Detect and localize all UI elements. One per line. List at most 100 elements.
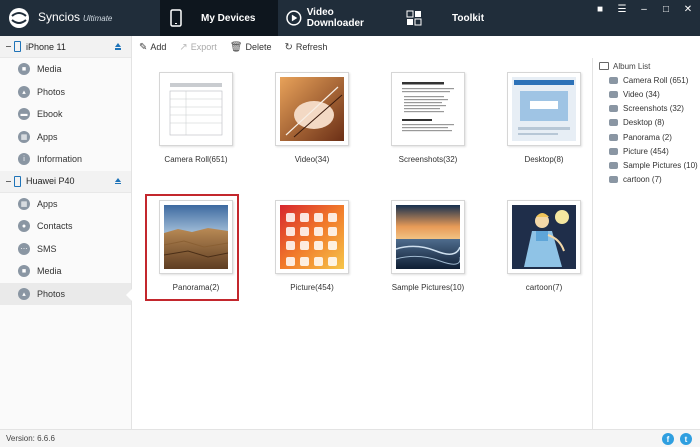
camera-icon <box>609 161 618 169</box>
delete-label: Delete <box>245 42 272 52</box>
device-name: iPhone 11 <box>26 41 66 52</box>
export-icon: ↗ <box>179 41 188 53</box>
sidebar-item-photos[interactable]: ▴ Photos <box>0 81 131 104</box>
camera-icon <box>609 119 618 127</box>
sms-icon: ⋯ <box>18 242 30 255</box>
album-list-item[interactable]: Picture (454) <box>593 144 700 158</box>
contacts-icon: ● <box>18 220 30 233</box>
desktop-screenshot-thumbnail <box>512 77 576 141</box>
sidebar-item-apps[interactable]: ▦ Apps <box>0 193 131 216</box>
device-iphone-11[interactable]: iPhone 11 <box>0 36 131 58</box>
social-links: f t <box>662 433 692 445</box>
sidebar-item-label: Ebook <box>37 109 63 120</box>
export-label: Export <box>190 42 217 52</box>
add-icon: ✎ <box>139 41 148 53</box>
eject-icon[interactable] <box>115 43 121 50</box>
phone-icon <box>14 175 21 187</box>
cartoon-image-thumbnail <box>512 205 576 269</box>
eject-icon[interactable] <box>115 177 121 184</box>
album-cartoon[interactable]: cartoon(7) <box>489 200 599 292</box>
album-screenshots[interactable]: Screenshots(32) <box>373 72 483 164</box>
album-list-item[interactable]: Sample Pictures (10) <box>593 158 700 172</box>
sidebar-item-label: Contacts <box>37 221 73 232</box>
media-icon: ■ <box>18 265 30 278</box>
device-huawei-p40[interactable]: Huawei P40 <box>0 170 131 193</box>
export-button[interactable]: ↗ Export <box>179 42 216 53</box>
tab-my-devices[interactable]: My Devices <box>160 0 278 36</box>
device-name: Huawei P40 <box>26 176 75 186</box>
sidebar-item-label: Media <box>37 266 62 277</box>
toolkit-icon <box>406 10 422 26</box>
album-list-item[interactable]: cartoon (7) <box>593 173 700 187</box>
album-list-header[interactable]: Album List <box>593 59 700 73</box>
album-list-item[interactable]: Screenshots (32) <box>593 102 700 116</box>
collapse-icon[interactable] <box>6 46 11 47</box>
ebook-icon: ▬ <box>18 108 30 121</box>
album-list-label: Video (34) <box>623 89 660 99</box>
album-video[interactable]: Video(34) <box>257 72 367 164</box>
refresh-button[interactable]: ↻ Refresh <box>285 42 328 53</box>
tab-toolkit[interactable]: Toolkit <box>406 0 486 36</box>
album-list-label: Sample Pictures (10) <box>623 160 698 170</box>
camera-icon <box>609 76 618 84</box>
sidebar-item-ebook[interactable]: ▬ Ebook <box>0 103 131 126</box>
screenshot-thumbnail <box>164 77 228 141</box>
album-list-label: Panorama (2) <box>623 132 672 142</box>
album-label: Desktop(8) <box>524 155 564 164</box>
album-list-icon <box>599 62 609 71</box>
album-list-item[interactable]: Video (34) <box>593 87 700 101</box>
album-thumbnail <box>391 72 465 146</box>
album-list-item[interactable]: Camera Roll (651) <box>593 73 700 87</box>
album-camera-roll[interactable]: Camera Roll(651) <box>141 72 251 164</box>
info-icon: i <box>18 153 30 166</box>
album-label: Screenshots(32) <box>398 155 458 164</box>
album-list-item[interactable]: Desktop (8) <box>593 116 700 130</box>
chat-icon[interactable]: ■ <box>594 4 606 15</box>
tab-video-downloader[interactable]: Video Downloader <box>286 0 392 36</box>
album-thumbnail <box>507 200 581 274</box>
play-icon <box>286 10 302 26</box>
sidebar-item-sms[interactable]: ⋯ SMS <box>0 238 131 261</box>
phone-icon <box>170 9 182 27</box>
album-list-item[interactable]: Panorama (2) <box>593 130 700 144</box>
facebook-icon[interactable]: f <box>662 433 674 445</box>
sidebar-item-label: Photos <box>37 288 66 299</box>
album-list-title: Album List <box>613 61 651 71</box>
sidebar-item-photos[interactable]: ▴ Photos <box>0 282 132 305</box>
sidebar-item-media[interactable]: ■ Media <box>0 260 131 283</box>
album-list-label: Picture (454) <box>623 146 669 156</box>
sidebar-item-label: Photos <box>37 86 66 97</box>
sidebar-item-label: Information <box>37 154 83 165</box>
sidebar-item-information[interactable]: i Information <box>0 148 131 171</box>
maximize-icon[interactable]: □ <box>660 4 672 15</box>
album-list-label: Camera Roll (651) <box>623 75 689 85</box>
album-desktop[interactable]: Desktop(8) <box>489 72 599 164</box>
phone-homescreen-thumbnail <box>280 205 344 269</box>
app-title: Syncios Ultimate <box>38 10 112 24</box>
menu-icon[interactable]: ☰ <box>616 4 628 15</box>
add-label: Add <box>150 42 167 52</box>
camera-icon <box>609 105 618 113</box>
minimize-icon[interactable]: – <box>638 4 650 15</box>
album-label: cartoon(7) <box>525 283 563 292</box>
collapse-icon[interactable] <box>6 180 11 182</box>
sidebar-item-media[interactable]: ■ Media <box>0 58 131 81</box>
media-icon: ■ <box>18 63 30 76</box>
add-button[interactable]: ✎ Add <box>139 42 166 53</box>
album-picture[interactable]: Picture(454) <box>257 200 367 292</box>
sidebar-item-label: Apps <box>37 131 58 142</box>
phone-icon <box>14 41 21 52</box>
album-label: Sample Pictures(10) <box>391 283 465 292</box>
album-thumbnail <box>275 200 349 274</box>
toolbar: ✎ Add ↗ Export 🗑 Delete ↻ Refresh <box>133 36 593 58</box>
twitter-icon[interactable]: t <box>680 433 692 445</box>
album-thumbnail <box>159 72 233 146</box>
sidebar-item-apps[interactable]: ▦ Apps <box>0 126 131 149</box>
album-sample-pictures[interactable]: Sample Pictures(10) <box>373 200 483 292</box>
tab-label: My Devices <box>201 12 256 24</box>
close-icon[interactable]: ✕ <box>682 4 694 15</box>
delete-button[interactable]: 🗑 Delete <box>230 42 272 53</box>
sidebar-item-contacts[interactable]: ● Contacts <box>0 215 131 238</box>
album-thumbnail <box>275 72 349 146</box>
photos-icon: ▴ <box>18 287 30 300</box>
